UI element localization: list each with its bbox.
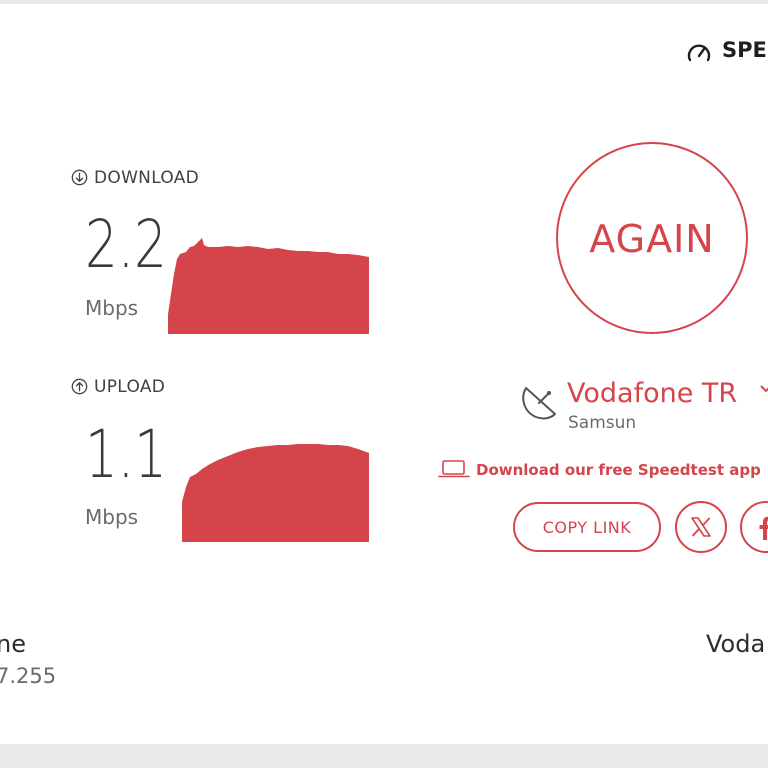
satellite-dish-icon (522, 387, 556, 420)
arrow-down-circle-icon (71, 169, 88, 186)
result-card: SPE DOWNLOAD 2.2 Mbps UPLOAD 1.1 Mbps AG… (0, 4, 768, 744)
laptop-icon (438, 460, 470, 478)
download-label: DOWNLOAD (71, 168, 199, 188)
upload-unit: Mbps (85, 505, 139, 529)
share-facebook-button[interactable] (740, 501, 768, 553)
copy-link-button[interactable]: COPY LINK (513, 502, 661, 552)
chevron-down-icon[interactable] (760, 382, 768, 396)
share-x-button[interactable] (675, 501, 727, 553)
download-unit: Mbps (85, 296, 139, 320)
download-label-text: DOWNLOAD (94, 168, 200, 188)
again-label: AGAIN (589, 217, 715, 261)
upload-speed-graph (182, 444, 369, 542)
x-logo-icon (691, 517, 711, 537)
download-speed-value: 2.2 (85, 206, 167, 283)
arrow-up-circle-icon (71, 378, 88, 395)
app-download-link[interactable]: Download our free Speedtest app (438, 459, 761, 479)
provider-name[interactable]: Vodafone TR (567, 378, 737, 409)
again-button[interactable]: AGAIN (556, 142, 748, 334)
download-graph-area (168, 238, 369, 334)
brand-text: SPE (722, 38, 767, 62)
host-name: ne (0, 630, 26, 658)
app-download-text: Download our free Speedtest app (476, 461, 761, 479)
speedometer-icon (687, 44, 711, 62)
server-name: Voda (706, 630, 766, 658)
upload-label-text: UPLOAD (94, 377, 166, 397)
facebook-icon (759, 516, 768, 540)
provider-location: Samsun (568, 413, 637, 433)
host-ip: 7.255 (0, 664, 57, 688)
copy-link-label: COPY LINK (542, 518, 632, 537)
upload-graph-area (182, 444, 369, 542)
upload-label: UPLOAD (71, 377, 165, 397)
download-speed-graph (168, 238, 369, 334)
upload-speed-value: 1.1 (85, 416, 167, 493)
